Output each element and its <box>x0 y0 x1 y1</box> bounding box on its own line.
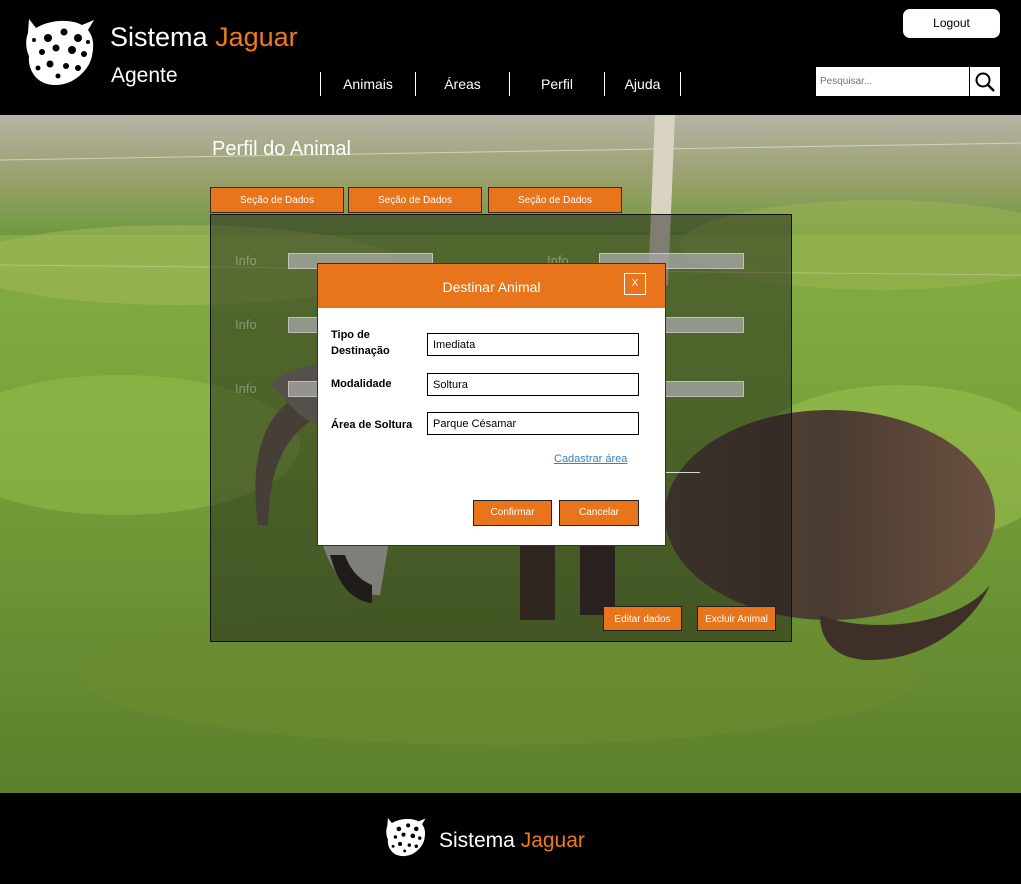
jaguar-logo-icon <box>26 19 94 85</box>
app-title: Sistema Jaguar <box>110 22 298 52</box>
nav-item-animais[interactable]: Animais <box>320 72 415 96</box>
info-label: Info <box>235 253 257 268</box>
jaguar-logo-icon <box>386 817 426 857</box>
page-title: Perfil do Animal <box>212 138 351 160</box>
area-soltura-label: Área de Soltura <box>331 419 413 431</box>
search-input[interactable] <box>816 67 968 96</box>
nav-item-areas[interactable]: Áreas <box>415 72 509 96</box>
tab-secao-de-dados-3[interactable]: Seção de Dados <box>488 187 622 213</box>
user-role: Agente <box>111 64 178 87</box>
modalidade-input[interactable] <box>427 373 639 396</box>
delete-animal-button[interactable]: Excluir Animal <box>697 606 776 631</box>
info-label: Info <box>235 317 257 332</box>
search-icon <box>975 72 995 92</box>
modal-title: Destinar Animal <box>442 279 541 295</box>
header: Sistema Jaguar Agente Animais Áreas Perf… <box>0 0 1021 115</box>
footer: Sistema Jaguar <box>0 793 1021 884</box>
nav-item-perfil[interactable]: Perfil <box>509 72 604 96</box>
cadastrar-area-link[interactable]: Cadastrar área <box>554 453 627 465</box>
close-button[interactable]: X <box>624 273 646 295</box>
main-nav: Animais Áreas Perfil Ajuda <box>320 72 681 96</box>
edit-data-button[interactable]: Editar dados <box>603 606 682 631</box>
divider <box>664 472 700 473</box>
area-soltura-input[interactable] <box>427 412 639 435</box>
destinar-animal-modal: Destinar Animal X Tipo de Destinação Mod… <box>317 263 666 546</box>
tipo-destinacao-label: Tipo de Destinação <box>331 329 390 357</box>
search-button[interactable] <box>969 67 1000 96</box>
modal-header: Destinar Animal X <box>318 264 665 308</box>
tab-secao-de-dados-1[interactable]: Seção de Dados <box>210 187 344 213</box>
modalidade-label: Modalidade <box>331 378 392 390</box>
footer-title: Sistema Jaguar <box>439 829 585 852</box>
nav-item-ajuda[interactable]: Ajuda <box>604 72 681 96</box>
info-label: Info <box>235 381 257 396</box>
confirm-button[interactable]: Confirmar <box>473 500 552 526</box>
logout-button[interactable]: Logout <box>903 9 1000 38</box>
search-box <box>816 67 1000 96</box>
cancel-button[interactable]: Cancelar <box>559 500 639 526</box>
tipo-destinacao-input[interactable] <box>427 333 639 356</box>
tab-secao-de-dados-2[interactable]: Seção de Dados <box>348 187 482 213</box>
